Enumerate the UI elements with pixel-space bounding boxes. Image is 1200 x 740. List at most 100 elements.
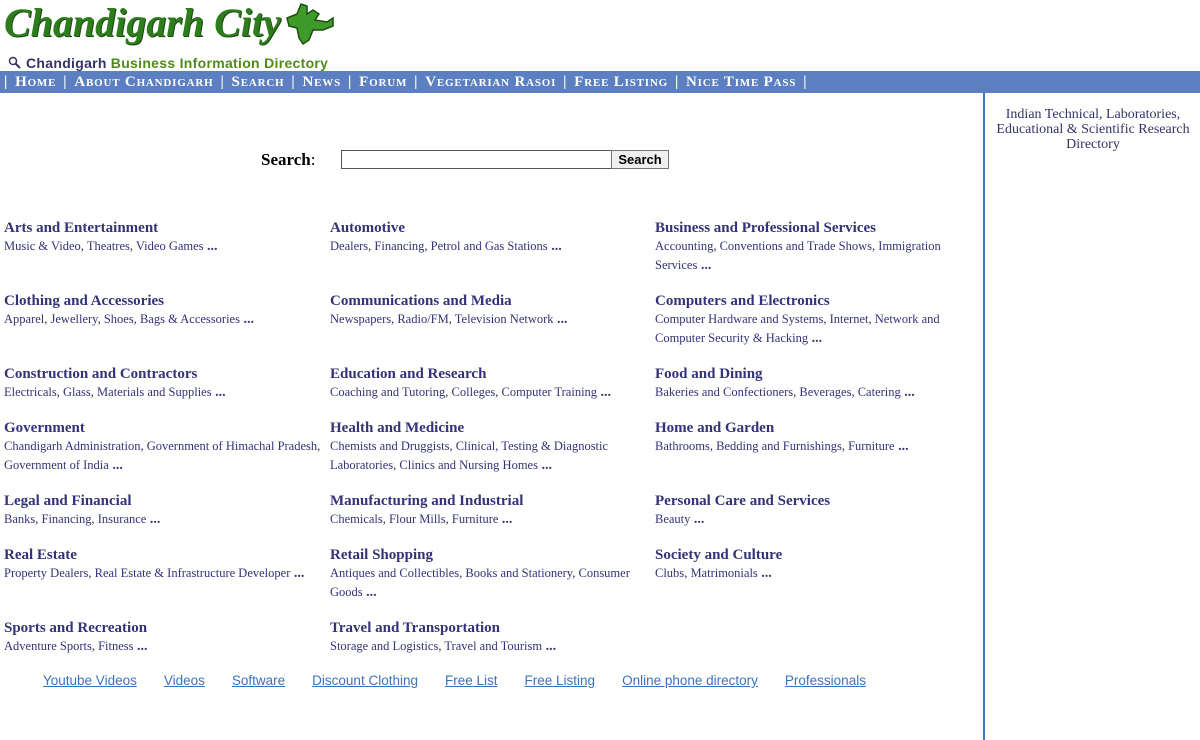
more-link[interactable]: ... xyxy=(697,258,712,273)
nav-nice-time-pass[interactable]: Nice Time Pass xyxy=(686,74,796,91)
subcategory-link[interactable]: Apparel xyxy=(4,312,44,326)
footer-link-youtube-videos[interactable]: Youtube Videos xyxy=(43,673,137,688)
subcategory-link[interactable]: Banks xyxy=(4,512,35,526)
category-title[interactable]: Construction and Contractors xyxy=(4,365,324,383)
subcategory-link[interactable]: Chemists and Druggists xyxy=(330,439,449,453)
subcategory-link[interactable]: Music & Video xyxy=(4,239,81,253)
subcategory-link[interactable]: Clubs xyxy=(655,566,684,580)
subcategory-link[interactable]: Travel and Tourism xyxy=(444,639,542,653)
subcategory-link[interactable]: Shoes, Bags & Accessories xyxy=(104,312,240,326)
category-title[interactable]: Business and Professional Services xyxy=(655,219,975,237)
category-title[interactable]: Education and Research xyxy=(330,365,650,383)
subcategory-link[interactable]: Electricals xyxy=(4,385,57,399)
nav-vegetarian-rasoi[interactable]: Vegetarian Rasoi xyxy=(425,74,556,91)
subcategory-link[interactable]: Financing xyxy=(374,239,424,253)
more-link[interactable]: ... xyxy=(808,331,823,346)
category-title[interactable]: Real Estate xyxy=(4,546,324,564)
more-link[interactable]: ... xyxy=(498,512,513,527)
subcategory-link[interactable]: Government of Himachal Pradesh xyxy=(147,439,317,453)
more-link[interactable]: ... xyxy=(363,585,377,600)
subcategory-link[interactable]: Financing xyxy=(42,512,92,526)
nav-free-listing[interactable]: Free Listing xyxy=(574,74,668,91)
more-link[interactable]: ... xyxy=(290,566,305,581)
category-title[interactable]: Retail Shopping xyxy=(330,546,650,564)
footer-link-free-list[interactable]: Free List xyxy=(445,673,498,688)
search-input[interactable] xyxy=(341,150,612,169)
more-link[interactable]: ... xyxy=(542,639,557,654)
subcategory-link[interactable]: Television Network xyxy=(455,312,554,326)
footer-link-videos[interactable]: Videos xyxy=(164,673,205,688)
subcategory-link[interactable]: Colleges xyxy=(452,385,496,399)
category-title[interactable]: Government xyxy=(4,419,324,437)
subcategory-link[interactable]: Books and Stationery xyxy=(465,566,572,580)
subcategory-link[interactable]: Accounting xyxy=(655,239,713,253)
subcategory-link[interactable]: Conventions and Trade Shows xyxy=(720,239,872,253)
site-logo[interactable]: Chandigarh City xyxy=(4,0,335,52)
category-title[interactable]: Health and Medicine xyxy=(330,419,650,437)
footer-link-free-listing[interactable]: Free Listing xyxy=(525,673,596,688)
more-link[interactable]: ... xyxy=(204,239,218,254)
subcategory-link[interactable]: Catering xyxy=(858,385,901,399)
more-link[interactable]: ... xyxy=(901,385,915,400)
subcategory-link[interactable]: Newspapers xyxy=(330,312,391,326)
subcategory-link[interactable]: Insurance xyxy=(98,512,147,526)
subcategory-link[interactable]: Bakeries and Confectioners xyxy=(655,385,793,399)
sidebar-link-research-directory[interactable]: Indian Technical, Laboratories, Educatio… xyxy=(993,107,1193,152)
category-title[interactable]: Travel and Transportation xyxy=(330,619,650,637)
subcategory-link[interactable]: Clinics and Nursing Homes xyxy=(399,458,538,472)
subcategory-link[interactable]: Radio/FM xyxy=(397,312,448,326)
subcategory-link[interactable]: Beverages xyxy=(799,385,851,399)
subcategory-link[interactable]: Bathrooms xyxy=(655,439,710,453)
subcategory-link[interactable]: Chandigarh Administration xyxy=(4,439,140,453)
category-title[interactable]: Sports and Recreation xyxy=(4,619,324,637)
subcategory-link[interactable]: Antiques and Collectibles xyxy=(330,566,459,580)
category-title[interactable]: Automotive xyxy=(330,219,650,237)
search-button[interactable]: Search xyxy=(611,150,669,169)
more-link[interactable]: ... xyxy=(146,512,161,527)
subcategory-link[interactable]: Dealers xyxy=(330,239,368,253)
subcategory-link[interactable]: Theatres xyxy=(87,239,130,253)
nav-forum[interactable]: Forum xyxy=(359,74,407,91)
footer-link-professionals[interactable]: Professionals xyxy=(785,673,866,688)
subcategory-link[interactable]: Matrimonials xyxy=(690,566,757,580)
subcategory-link[interactable]: Furniture xyxy=(452,512,499,526)
nav-search[interactable]: Search xyxy=(232,74,285,91)
category-title[interactable]: Legal and Financial xyxy=(4,492,324,510)
subcategory-link[interactable]: Adventure Sports xyxy=(4,639,92,653)
subcategory-link[interactable]: Real Estate & Infrastructure Developer xyxy=(95,566,291,580)
category-title[interactable]: Manufacturing and Industrial xyxy=(330,492,650,510)
more-link[interactable]: ... xyxy=(134,639,148,654)
nav-news[interactable]: News xyxy=(303,74,342,91)
subcategory-link[interactable]: Materials and Supplies xyxy=(97,385,212,399)
subcategory-link[interactable]: Glass xyxy=(63,385,91,399)
subcategory-link[interactable]: Storage and Logistics xyxy=(330,639,438,653)
subcategory-link[interactable]: Jewellery xyxy=(51,312,98,326)
more-link[interactable]: ... xyxy=(109,458,123,473)
footer-link-online-phone-directory[interactable]: Online phone directory xyxy=(622,673,758,688)
subcategory-link[interactable]: Coaching and Tutoring xyxy=(330,385,445,399)
subcategory-link[interactable]: Chemicals xyxy=(330,512,383,526)
nav-about-chandigarh[interactable]: About Chandigarh xyxy=(74,74,213,91)
footer-link-discount-clothing[interactable]: Discount Clothing xyxy=(312,673,418,688)
subcategory-link[interactable]: Internet xyxy=(830,312,869,326)
subcategory-link[interactable]: Petrol and Gas Stations xyxy=(431,239,548,253)
subcategory-link[interactable]: Computer Training xyxy=(502,385,598,399)
category-title[interactable]: Arts and Entertainment xyxy=(4,219,324,237)
more-link[interactable]: ... xyxy=(597,385,612,400)
more-link[interactable]: ... xyxy=(548,239,562,254)
subcategory-link[interactable]: Computer Hardware and Systems xyxy=(655,312,823,326)
more-link[interactable]: ... xyxy=(895,439,909,454)
more-link[interactable]: ... xyxy=(538,458,552,473)
category-title[interactable]: Clothing and Accessories xyxy=(4,292,324,310)
nav-home[interactable]: Home xyxy=(15,74,56,91)
category-title[interactable]: Home and Garden xyxy=(655,419,975,437)
subcategory-link[interactable]: Property Dealers xyxy=(4,566,88,580)
subcategory-link[interactable]: Video Games xyxy=(136,239,204,253)
category-title[interactable]: Computers and Electronics xyxy=(655,292,975,310)
category-title[interactable]: Communications and Media xyxy=(330,292,650,310)
category-title[interactable]: Society and Culture xyxy=(655,546,975,564)
subcategory-link[interactable]: Flour Mills xyxy=(389,512,446,526)
subcategory-link[interactable]: Furniture xyxy=(848,439,895,453)
more-link[interactable]: ... xyxy=(758,566,772,581)
more-link[interactable]: ... xyxy=(690,512,705,527)
